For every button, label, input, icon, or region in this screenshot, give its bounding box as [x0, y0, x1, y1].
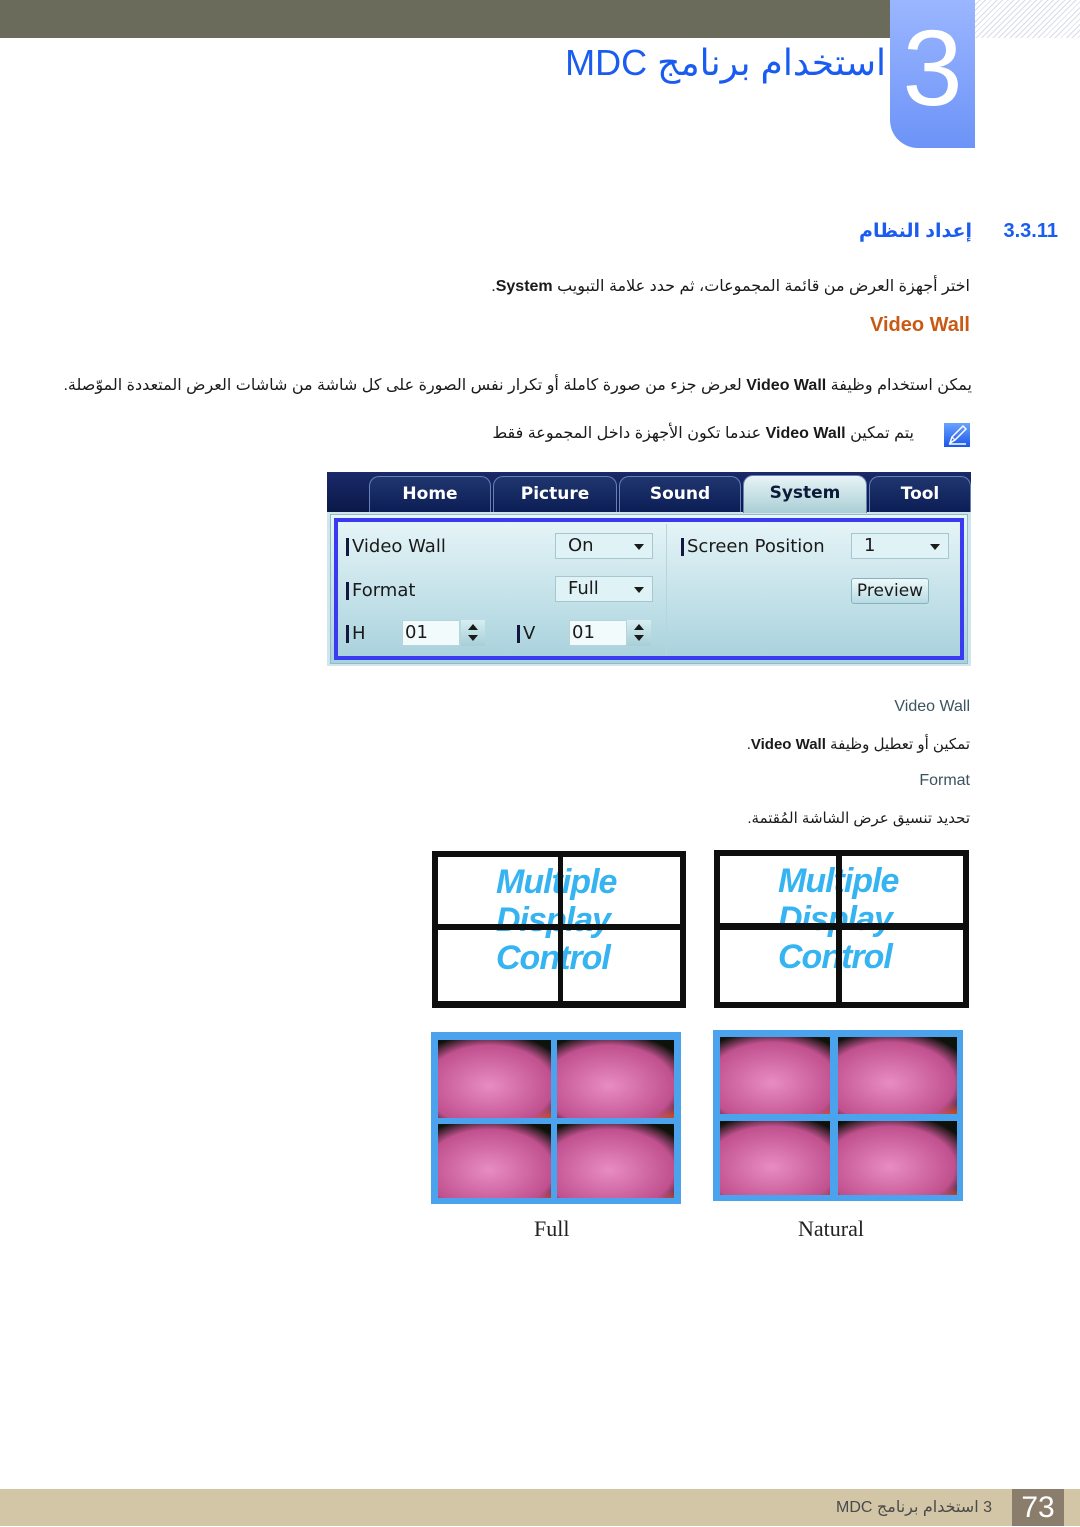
chapter-number: 3: [902, 7, 963, 128]
section-number: 3.3.11: [1003, 220, 1058, 242]
h-spin-buttons[interactable]: [461, 620, 485, 646]
v-label: V: [517, 625, 535, 643]
note-prefix: يتم تمكين: [845, 425, 914, 442]
definition-term-video-wall: Video Wall: [894, 698, 970, 715]
section-title: إعداد النظام: [859, 221, 972, 242]
note-bold: Video Wall: [765, 425, 846, 442]
chevron-down-icon: [930, 544, 940, 550]
video-wall-description: يمكن استخدام وظيفة Video Wall لعرض جزء م…: [63, 375, 972, 395]
v-spin-input[interactable]: 01: [569, 620, 627, 646]
screen-position-value: 1: [864, 535, 876, 556]
format-select[interactable]: Full: [555, 576, 653, 602]
illustration-full-text: Multiple Display Control: [432, 851, 686, 1008]
h-label: H: [346, 625, 366, 643]
format-value: Full: [568, 578, 599, 599]
video-wall-value: On: [568, 535, 594, 556]
arrow-down-icon: [468, 635, 478, 641]
preview-button[interactable]: Preview: [851, 578, 929, 604]
intro-text: اختر أجهزة العرض من قائمة المجموعات، ثم …: [552, 278, 970, 295]
desc-prefix: يمكن استخدام وظيفة: [826, 377, 972, 394]
def-desc-bold: Video Wall: [750, 736, 826, 753]
header-hatch-decoration: [975, 0, 1080, 38]
desc-suffix: لعرض جزء من صورة كاملة أو تكرار نفس الصو…: [63, 377, 747, 394]
illustration-full-photo: [431, 1032, 681, 1204]
chapter-title: استخدام برنامج MDC: [565, 42, 886, 83]
mdc-tab-bar: Home Picture Sound System Tool: [327, 472, 971, 513]
arrow-up-icon: [468, 624, 478, 630]
def-desc-prefix: تمكين أو تعطيل وظيفة: [825, 736, 970, 753]
caption-full: Full: [534, 1216, 570, 1241]
illustration-natural-text: Multiple Display Control: [714, 850, 969, 1008]
section-intro: اختر أجهزة العرض من قائمة المجموعات، ثم …: [491, 276, 970, 296]
illustration-natural-photo: [713, 1030, 963, 1201]
video-wall-select[interactable]: On: [555, 533, 653, 559]
arrow-down-icon: [634, 635, 644, 641]
tab-system[interactable]: System: [743, 475, 867, 513]
tab-tool[interactable]: Tool: [869, 476, 971, 512]
definition-desc-video-wall: تمكين أو تعطيل وظيفة Video Wall.: [747, 735, 970, 753]
video-wall-label: Video Wall: [346, 538, 446, 556]
note-suffix: عندما تكون الأجهزة داخل المجموعة فقط: [492, 425, 766, 442]
screen-position-select[interactable]: 1: [851, 533, 949, 559]
note-pencil-icon: [944, 423, 970, 447]
desc-bold: Video Wall: [746, 377, 827, 394]
definition-desc-format: تحديد تنسيق عرض الشاشة المُقتمة.: [747, 810, 970, 827]
footer-chapter-text: 3 استخدام برنامج MDC: [836, 1499, 992, 1516]
chevron-down-icon: [634, 544, 644, 550]
tab-picture[interactable]: Picture: [493, 476, 617, 512]
v-spin-buttons[interactable]: [627, 620, 651, 646]
video-wall-note: يتم تمكين Video Wall عندما تكون الأجهزة …: [492, 423, 914, 443]
panel-divider: [666, 524, 667, 656]
chapter-tab: 3: [890, 0, 975, 148]
mdc-logo-text: Multiple Display Control: [496, 863, 617, 977]
page-number: 73: [1012, 1489, 1064, 1526]
h-spin-input[interactable]: 01: [402, 620, 460, 646]
arrow-up-icon: [634, 624, 644, 630]
system-tab-reference: System: [495, 278, 553, 295]
format-label: Format: [346, 582, 415, 600]
mdc-system-panel: Home Picture Sound System Tool Video Wal…: [327, 472, 971, 666]
definition-term-format: Format: [919, 772, 970, 789]
tab-home[interactable]: Home: [369, 476, 491, 512]
caption-natural: Natural: [798, 1216, 864, 1241]
section-heading: إعداد النظام 3.3.11: [859, 220, 1058, 243]
video-wall-heading: Video Wall: [869, 314, 970, 336]
chevron-down-icon: [634, 587, 644, 593]
screen-position-label: Screen Position: [681, 538, 825, 556]
header-bar: [0, 0, 890, 38]
tab-sound[interactable]: Sound: [619, 476, 741, 512]
